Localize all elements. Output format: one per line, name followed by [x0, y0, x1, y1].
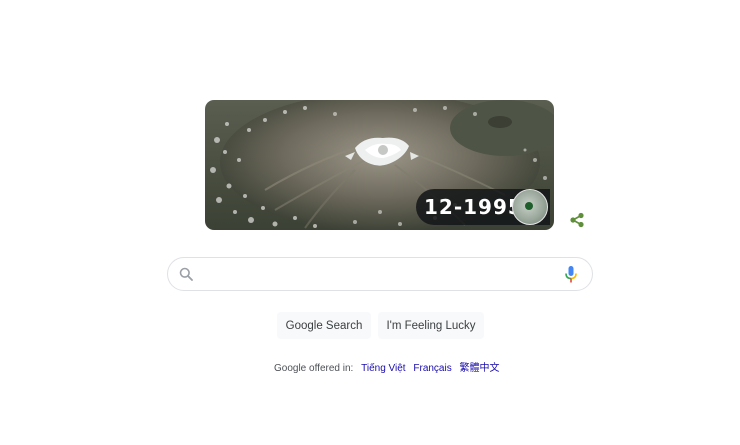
language-offer: Google offered in: Tiếng Việt Français 繁… — [274, 359, 500, 374]
google-homepage: 12-1995 Google Search I'm Feeling Lucky … — [0, 0, 740, 445]
feeling-lucky-button[interactable]: I'm Feeling Lucky — [378, 312, 484, 339]
doodle-image[interactable]: 12-1995 — [205, 100, 554, 230]
language-link-chinese-traditional[interactable]: 繁體中文 — [460, 363, 500, 374]
search-box[interactable] — [167, 257, 593, 291]
language-link-french[interactable]: Français — [413, 363, 451, 374]
language-link-vietnamese[interactable]: Tiếng Việt — [361, 363, 405, 374]
search-icon — [179, 267, 193, 281]
search-input[interactable] — [204, 262, 548, 288]
globe-icon — [512, 189, 548, 225]
google-search-button[interactable]: Google Search — [277, 312, 371, 339]
share-icon[interactable] — [569, 212, 585, 228]
language-offer-label: Google offered in: — [274, 363, 354, 374]
location-dot — [525, 202, 533, 210]
mic-icon[interactable] — [564, 265, 578, 284]
date-badge: 12-1995 — [416, 189, 550, 225]
date-label: 12-1995 — [424, 195, 523, 219]
